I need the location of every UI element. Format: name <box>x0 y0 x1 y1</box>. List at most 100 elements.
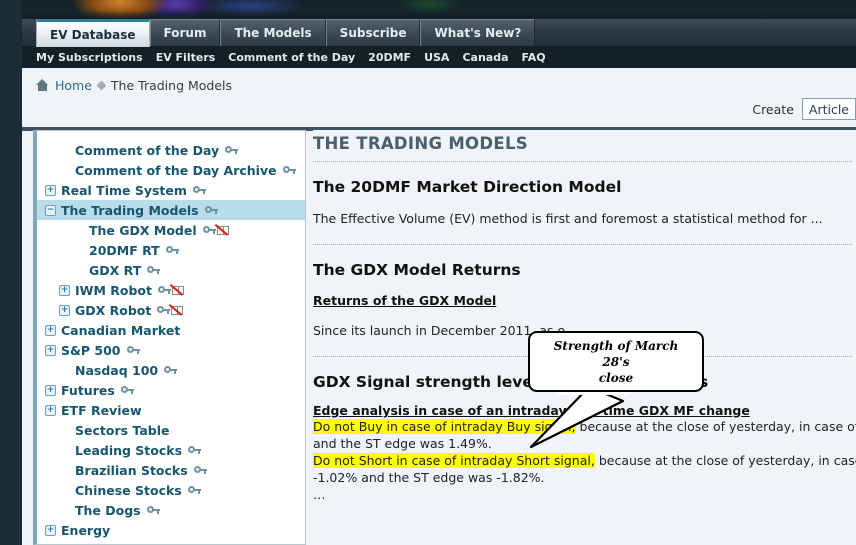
subnav-comment-of-the-day[interactable]: Comment of the Day <box>228 51 355 64</box>
sidebar-item-comment-of-the-day-archive[interactable]: Comment of the Day Archive <box>37 160 305 180</box>
sidebar-item-label: Comment of the Day <box>75 142 220 158</box>
tab-forum[interactable]: Forum <box>149 19 221 46</box>
page-root: EV Database Forum The Models Subscribe What'… <box>0 0 856 545</box>
line-text: … <box>313 487 326 502</box>
expand-icon[interactable]: + <box>45 384 56 396</box>
key-icon <box>188 446 202 454</box>
tab-the-models[interactable]: The Models <box>220 19 326 46</box>
subnav-usa[interactable]: USA <box>424 51 449 64</box>
sidebar-item-canadian-market[interactable]: + Canadian Market <box>37 320 305 340</box>
sidebar-item-label: The Trading Models <box>61 202 199 218</box>
returns-of-gdx-model-link[interactable]: Returns of the GDX Model <box>313 293 852 308</box>
edge-line: Do not Buy in case of intraday Buy signa… <box>313 418 856 435</box>
subnav-faq[interactable]: FAQ <box>522 51 546 64</box>
key-icon <box>164 366 178 374</box>
sidebar-item-s-p-500[interactable]: + S&P 500 <box>37 340 305 360</box>
highlighted-text: Do not Short in case of intraday Short s… <box>313 453 595 468</box>
expand-icon[interactable]: + <box>59 284 70 296</box>
key-icon <box>282 166 296 174</box>
divider-2 <box>313 244 852 245</box>
callout-annotation: Strength of March 28's close <box>528 331 704 449</box>
sidebar-item-real-time-system[interactable]: + Real Time System <box>37 180 305 200</box>
tab-subscribe[interactable]: Subscribe <box>325 19 421 46</box>
create-type-select[interactable]: Article <box>801 98 856 120</box>
section2-heading: The GDX Model Returns <box>313 261 521 279</box>
sidebar-item-etf-review[interactable]: + ETF Review <box>37 400 305 420</box>
key-icon <box>187 486 201 494</box>
subnav-20dmf[interactable]: 20DMF <box>368 51 411 64</box>
book-no-access-icon <box>169 283 185 296</box>
sidebar-item-label: Energy <box>61 522 111 538</box>
subnav-canada[interactable]: Canada <box>462 51 508 64</box>
sidebar-item-nasdaq-100[interactable]: Nasdaq 100 <box>37 360 305 380</box>
left-rail <box>0 0 22 545</box>
expand-icon[interactable]: + <box>59 304 70 316</box>
sidebar-item-label: Brazilian Stocks <box>75 462 188 478</box>
create-row: Create Article <box>752 96 856 122</box>
sidebar-item-gdx-rt[interactable]: GDX RT <box>37 260 305 280</box>
expand-icon[interactable]: + <box>45 184 56 196</box>
sidebar-item-futures[interactable]: + Futures <box>37 380 305 400</box>
primary-tabs: EV Database Forum The Models Subscribe What'… <box>36 19 536 47</box>
sidebar-item-label: 20DMF RT <box>89 242 160 258</box>
page-title: THE TRADING MODELS <box>313 134 528 153</box>
expand-icon[interactable]: + <box>45 324 56 336</box>
edge-analysis-lines: Do not Buy in case of intraday Buy signa… <box>313 418 856 503</box>
sidebar-item-label: ETF Review <box>61 402 142 418</box>
tab-ev-database[interactable]: EV Database <box>36 19 150 47</box>
edge-line: -1.02% and the ST edge was -1.82%. <box>313 469 852 486</box>
divider-1 <box>313 161 852 162</box>
secondary-nav: My Subscriptions EV Filters Comment of the… <box>0 46 856 68</box>
sidebar-item-sectors-table[interactable]: Sectors Table <box>37 420 305 440</box>
edge-line: Do not Short in case of intraday Short s… <box>313 452 856 469</box>
sidebar-item-label: Nasdaq 100 <box>75 362 159 378</box>
tab-what-s-new[interactable]: What's New? <box>420 19 536 46</box>
sidebar-item-label: S&P 500 <box>61 342 121 358</box>
edge-line: and the ST edge was 1.49%. <box>313 435 852 452</box>
key-icon <box>165 246 179 254</box>
sidebar-item-leading-stocks[interactable]: Leading Stocks <box>37 440 305 460</box>
sidebar-item-gdx-robot[interactable]: + GDX Robot <box>37 300 305 320</box>
breadcrumb-home-link[interactable]: Home <box>55 78 92 93</box>
callout-balloon: Strength of March 28's close <box>528 331 704 392</box>
key-icon <box>202 226 216 234</box>
sidebar-item-materials[interactable]: +Materials <box>37 540 305 545</box>
section1-paragraph: The Effective Volume (EV) method is firs… <box>313 211 823 226</box>
expand-icon[interactable]: + <box>45 344 56 356</box>
sidebar-item-label: Canadian Market <box>61 322 181 338</box>
section3-subheading: Edge analysis in case of an intraday rea… <box>313 403 750 418</box>
line-text: -1.02% and the ST edge was -1.82%. <box>313 470 545 485</box>
sidebar-item-iwm-robot[interactable]: + IWM Robot <box>37 280 305 300</box>
breadcrumb: Home The Trading Models <box>22 68 856 102</box>
subnav-my-subscriptions[interactable]: My Subscriptions <box>36 51 143 64</box>
collapse-icon[interactable]: − <box>45 204 56 216</box>
subnav-ev-filters[interactable]: EV Filters <box>156 51 216 64</box>
edge-line: … <box>313 486 852 503</box>
sidebar-item-the-dogs[interactable]: The Dogs <box>37 500 305 520</box>
sidebar-item-label: Real Time System <box>61 182 187 198</box>
line-text: and the ST edge was 1.49%. <box>313 436 492 451</box>
line-text: because at the close of yesterday, in ca… <box>598 453 856 468</box>
sidebar-tree-panel: Comment of the Day Comment of the Day Arc… <box>33 130 306 545</box>
sidebar-tree: Comment of the Day Comment of the Day Arc… <box>37 131 305 545</box>
sidebar-item-chinese-stocks[interactable]: Chinese Stocks <box>37 480 305 500</box>
expand-icon[interactable]: + <box>45 404 56 416</box>
sidebar-item-label: Futures <box>61 382 115 398</box>
diamond-separator-icon <box>96 80 107 90</box>
sidebar-item-comment-of-the-day[interactable]: Comment of the Day <box>37 140 305 160</box>
key-icon <box>204 206 218 214</box>
sidebar-item-the-trading-models[interactable]: − The Trading Models <box>37 200 305 220</box>
sidebar-item-the-gdx-model[interactable]: The GDX Model <box>37 220 305 240</box>
sidebar-item-energy[interactable]: + Energy <box>37 520 305 540</box>
sidebar-item-label: Leading Stocks <box>75 442 183 458</box>
expand-icon[interactable]: + <box>45 524 56 536</box>
sidebar-item-label: GDX Robot <box>75 302 152 318</box>
sidebar-item-brazilian-stocks[interactable]: Brazilian Stocks <box>37 460 305 480</box>
sidebar-item-20dmf-rt[interactable]: 20DMF RT <box>37 240 305 260</box>
banner-gradient-overlay <box>0 0 856 19</box>
